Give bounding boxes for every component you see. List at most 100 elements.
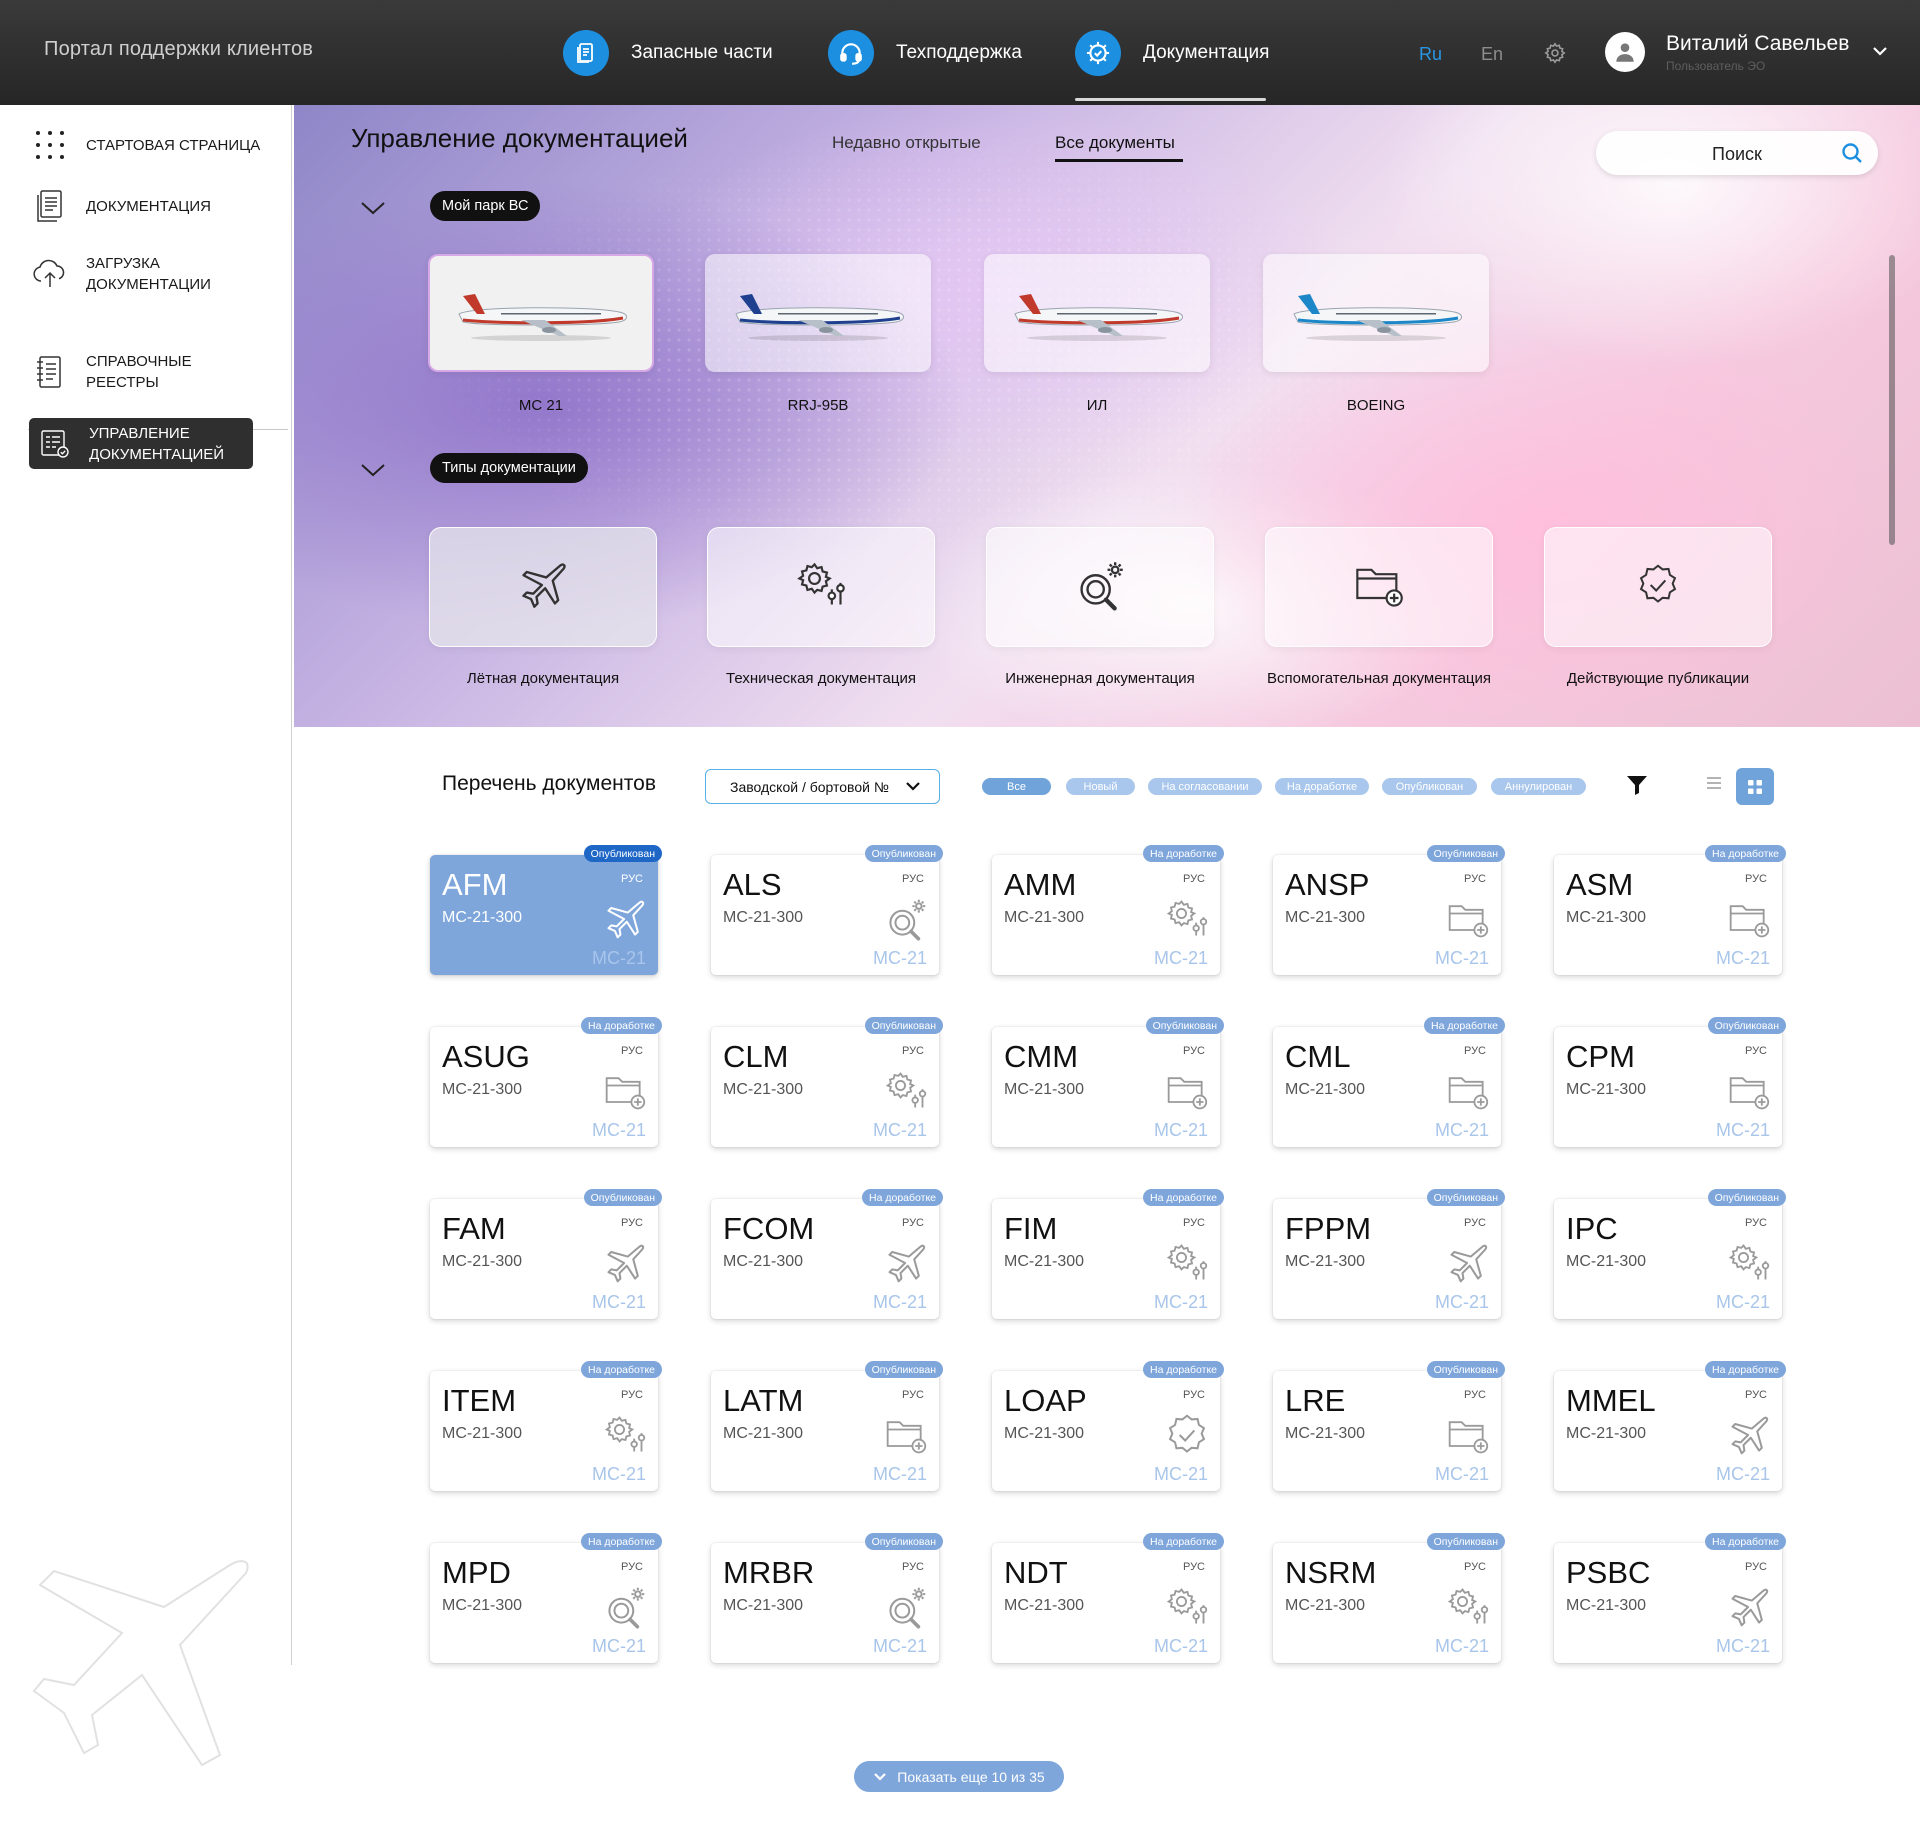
status-chip-rework[interactable]: На доработке xyxy=(1275,778,1369,795)
list-view-icon[interactable] xyxy=(1706,775,1722,796)
doctypes-collapse-chevron-icon[interactable] xyxy=(360,462,386,483)
aircraft-card-boeing[interactable] xyxy=(1263,254,1489,372)
search-input[interactable]: Поиск xyxy=(1596,131,1878,175)
doc-card[interactable]: На доработке NDT МС-21-300 РУС МС-21 xyxy=(992,1533,1224,1663)
aircraft-label: ИЛ xyxy=(1086,397,1108,414)
doc-card[interactable]: Опубликован AFM МС-21-300 РУС МС-21 xyxy=(430,845,662,975)
doc-model: МС-21-300 xyxy=(1004,1253,1085,1270)
doc-language: РУС xyxy=(1463,1217,1486,1229)
serial-number-select[interactable]: Заводской / бортовой № xyxy=(705,769,940,804)
doc-code: NSRM xyxy=(1285,1555,1377,1590)
grid-view-icon[interactable] xyxy=(1736,768,1774,805)
sidebar-item-registries[interactable]: Справочные реестры xyxy=(28,351,266,393)
lang-ru-button[interactable]: Ru xyxy=(1419,44,1442,65)
doc-card[interactable]: Опубликован CMM МС-21-300 РУС МС-21 xyxy=(992,1017,1224,1147)
nav-support[interactable]: Техподдержка xyxy=(828,30,1022,76)
status-chip-approval[interactable]: На согласовании xyxy=(1148,778,1262,795)
doc-code: ANSP xyxy=(1285,867,1370,902)
sidebar-item-documentation[interactable]: Документация xyxy=(28,186,266,226)
doc-card[interactable]: На доработке CML МС-21-300 РУС МС-21 xyxy=(1273,1017,1505,1147)
doc-card[interactable]: Опубликован ALS МС-21-300 РУС МС-21 xyxy=(711,845,943,975)
folder-plus-icon xyxy=(1446,897,1490,946)
gear-search-icon xyxy=(603,1585,647,1634)
status-badge: Опубликован xyxy=(864,1361,943,1378)
user-avatar[interactable] xyxy=(1605,32,1645,72)
show-more-button[interactable]: Показать еще 10 из 35 xyxy=(854,1761,1064,1792)
tab-all-documents[interactable]: Все документы xyxy=(1055,133,1175,153)
doctype-card-publications[interactable] xyxy=(1544,527,1772,647)
status-badge: На доработке xyxy=(1143,845,1224,862)
gear-check-icon xyxy=(1075,30,1121,76)
chevron-down-icon[interactable] xyxy=(1872,44,1888,62)
sidebar-item-start[interactable]: Стартовая страница xyxy=(28,125,266,165)
doc-card[interactable]: На доработке PSBC МС-21-300 РУС МС-21 xyxy=(1554,1533,1786,1663)
doc-card[interactable]: На доработке ASM МС-21-300 РУС МС-21 xyxy=(1554,845,1786,975)
status-badge: На доработке xyxy=(1705,845,1786,862)
status-badge: На доработке xyxy=(1143,1533,1224,1550)
settings-gear-icon[interactable] xyxy=(1543,41,1567,70)
sidebar-item-upload[interactable]: Загрузка документации xyxy=(28,253,266,295)
doc-card[interactable]: Опубликован CLM МС-21-300 РУС МС-21 xyxy=(711,1017,943,1147)
doctypes-pill[interactable]: Типы документации xyxy=(430,453,588,483)
doc-card[interactable]: Опубликован FAM МС-21-300 РУС МС-21 xyxy=(430,1189,662,1319)
gear-sliders-icon xyxy=(1727,1241,1771,1290)
doc-family: МС-21 xyxy=(1715,948,1770,968)
status-chip-annulled[interactable]: Аннулирован xyxy=(1491,778,1586,795)
status-badge: Опубликован xyxy=(1707,1189,1786,1206)
doc-family: МС-21 xyxy=(1434,1292,1489,1312)
doc-language: РУС xyxy=(1463,1561,1486,1573)
portal-title[interactable]: Портал поддержки клиентов xyxy=(44,38,313,61)
doc-model: МС-21-300 xyxy=(1285,1597,1366,1614)
doctype-label: Техническая документация xyxy=(726,670,916,687)
doc-manage-icon xyxy=(35,424,75,464)
aircraft-card-mc21[interactable] xyxy=(428,254,654,372)
status-chip-all[interactable]: Все xyxy=(982,778,1051,795)
doc-card[interactable]: На доработке ITEM МС-21-300 РУС МС-21 xyxy=(430,1361,662,1491)
status-chip-new[interactable]: Новый xyxy=(1066,778,1135,795)
plane-icon xyxy=(517,559,569,616)
search-icon[interactable] xyxy=(1840,141,1864,170)
doc-language: РУС xyxy=(1744,1045,1767,1057)
tab-recent[interactable]: Недавно открытые xyxy=(832,133,981,153)
doc-card[interactable]: На доработке FIM МС-21-300 РУС МС-21 xyxy=(992,1189,1224,1319)
chevron-down-icon xyxy=(873,1772,887,1782)
doc-card[interactable]: Опубликован FPPM МС-21-300 РУС МС-21 xyxy=(1273,1189,1505,1319)
nav-spare-parts[interactable]: Запасные части xyxy=(563,30,773,76)
filter-icon[interactable] xyxy=(1626,774,1648,801)
aircraft-card-rrj95b[interactable] xyxy=(705,254,931,372)
sidebar-item-doc-management[interactable]: Управление документацией xyxy=(29,418,253,469)
doc-language: РУС xyxy=(1744,1561,1767,1573)
doc-card[interactable]: На доработке FCOM МС-21-300 РУС МС-21 xyxy=(711,1189,943,1319)
doc-card[interactable]: Опубликован CPM МС-21-300 РУС МС-21 xyxy=(1554,1017,1786,1147)
status-badge: На доработке xyxy=(581,1361,662,1378)
doc-card[interactable]: Опубликован NSRM МС-21-300 РУС МС-21 xyxy=(1273,1533,1505,1663)
nav-documentation[interactable]: Документация xyxy=(1075,30,1269,76)
doc-card[interactable]: На доработке ASUG МС-21-300 РУС МС-21 xyxy=(430,1017,662,1147)
doctype-card-engineering[interactable] xyxy=(986,527,1214,647)
status-chip-published[interactable]: Опубликован xyxy=(1382,778,1477,795)
doc-card[interactable]: Опубликован ANSP МС-21-300 РУС МС-21 xyxy=(1273,845,1505,975)
doc-card[interactable]: На доработке MPD МС-21-300 РУС МС-21 xyxy=(430,1533,662,1663)
plane-watermark-icon xyxy=(30,1545,270,1780)
aircraft-card-il[interactable] xyxy=(984,254,1210,372)
fleet-collapse-chevron-icon[interactable] xyxy=(360,200,386,221)
doc-language: РУС xyxy=(620,1217,643,1229)
doc-model: МС-21-300 xyxy=(723,1425,804,1442)
doctype-card-auxiliary[interactable] xyxy=(1265,527,1493,647)
hero-scrollbar[interactable] xyxy=(1889,255,1895,545)
doctype-card-flight[interactable] xyxy=(429,527,657,647)
fleet-pill[interactable]: Мой парк ВС xyxy=(430,191,541,221)
doc-card[interactable]: Опубликован IPC МС-21-300 РУС МС-21 xyxy=(1554,1189,1786,1319)
doc-card[interactable]: На доработке LOAP МС-21-300 РУС МС-21 xyxy=(992,1361,1224,1491)
lang-en-button[interactable]: En xyxy=(1481,44,1503,65)
doctype-label: Действующие публикации xyxy=(1566,670,1750,687)
doc-family: МС-21 xyxy=(1153,1120,1208,1140)
doc-card[interactable]: Опубликован MRBR МС-21-300 РУС МС-21 xyxy=(711,1533,943,1663)
doc-card[interactable]: Опубликован LRE МС-21-300 РУС МС-21 xyxy=(1273,1361,1505,1491)
doc-model: МС-21-300 xyxy=(1004,1425,1085,1442)
doc-card[interactable]: На доработке MMEL МС-21-300 РУС МС-21 xyxy=(1554,1361,1786,1491)
doctype-card-technical[interactable] xyxy=(707,527,935,647)
doc-family: МС-21 xyxy=(1153,1464,1208,1484)
doc-card[interactable]: На доработке AMM МС-21-300 РУС МС-21 xyxy=(992,845,1224,975)
doc-card[interactable]: Опубликован LATM МС-21-300 РУС МС-21 xyxy=(711,1361,943,1491)
